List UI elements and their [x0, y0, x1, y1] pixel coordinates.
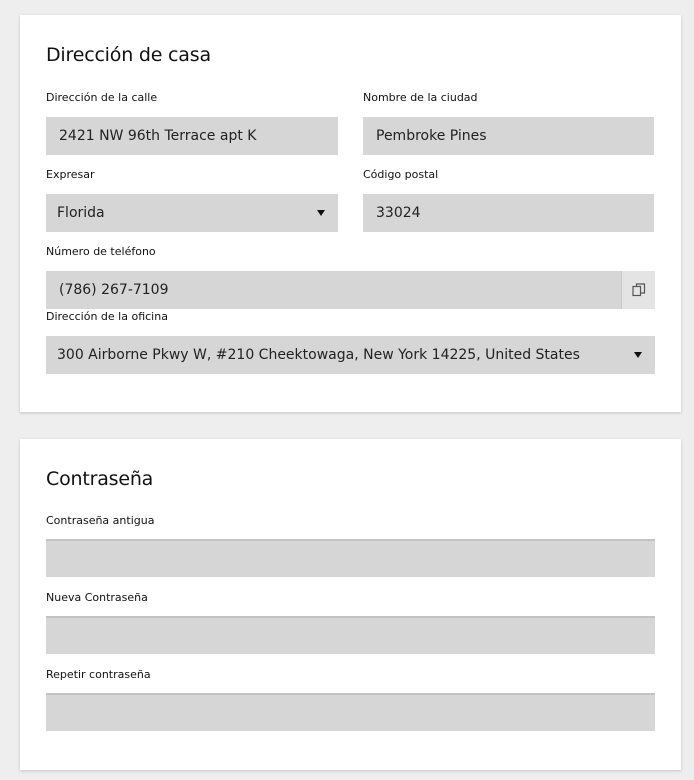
phone-input[interactable]: (786) 267-7109 [46, 282, 169, 298]
copy-icon [631, 283, 645, 297]
chevron-down-icon [634, 352, 642, 358]
home-address-card: Dirección de casa Dirección de la calle … [20, 15, 681, 412]
city-input[interactable]: Pembroke Pines [363, 117, 654, 155]
password-card: Contraseña Contraseña antigua Nueva Cont… [20, 439, 681, 770]
phone-label: Número de teléfono [46, 245, 156, 258]
office-select[interactable]: 300 Airborne Pkwy W, #210 Cheektowaga, N… [46, 336, 655, 374]
password-title: Contraseña [46, 468, 154, 490]
new-password-input[interactable] [46, 616, 655, 654]
street-label: Dirección de la calle [46, 91, 158, 104]
office-select-value: 300 Airborne Pkwy W, #210 Cheektowaga, N… [57, 347, 580, 363]
zip-input[interactable]: 33024 [363, 194, 654, 232]
old-password-label: Contraseña antigua [46, 514, 155, 527]
office-label: Dirección de la oficina [46, 310, 168, 323]
new-password-label: Nueva Contraseña [46, 591, 148, 604]
zip-label: Código postal [363, 168, 439, 181]
street-input[interactable]: 2421 NW 96th Terrace apt K [46, 117, 338, 155]
city-label: Nombre de la ciudad [363, 91, 478, 104]
state-select[interactable]: Florida [46, 194, 338, 232]
repeat-password-input[interactable] [46, 693, 655, 731]
state-label: Expresar [46, 168, 95, 181]
chevron-down-icon [317, 210, 325, 216]
state-select-value: Florida [57, 205, 105, 221]
copy-button[interactable] [621, 271, 655, 309]
home-address-title: Dirección de casa [46, 44, 211, 66]
phone-field: (786) 267-7109 [46, 271, 655, 309]
old-password-input[interactable] [46, 539, 655, 577]
repeat-password-label: Repetir contraseña [46, 668, 151, 681]
